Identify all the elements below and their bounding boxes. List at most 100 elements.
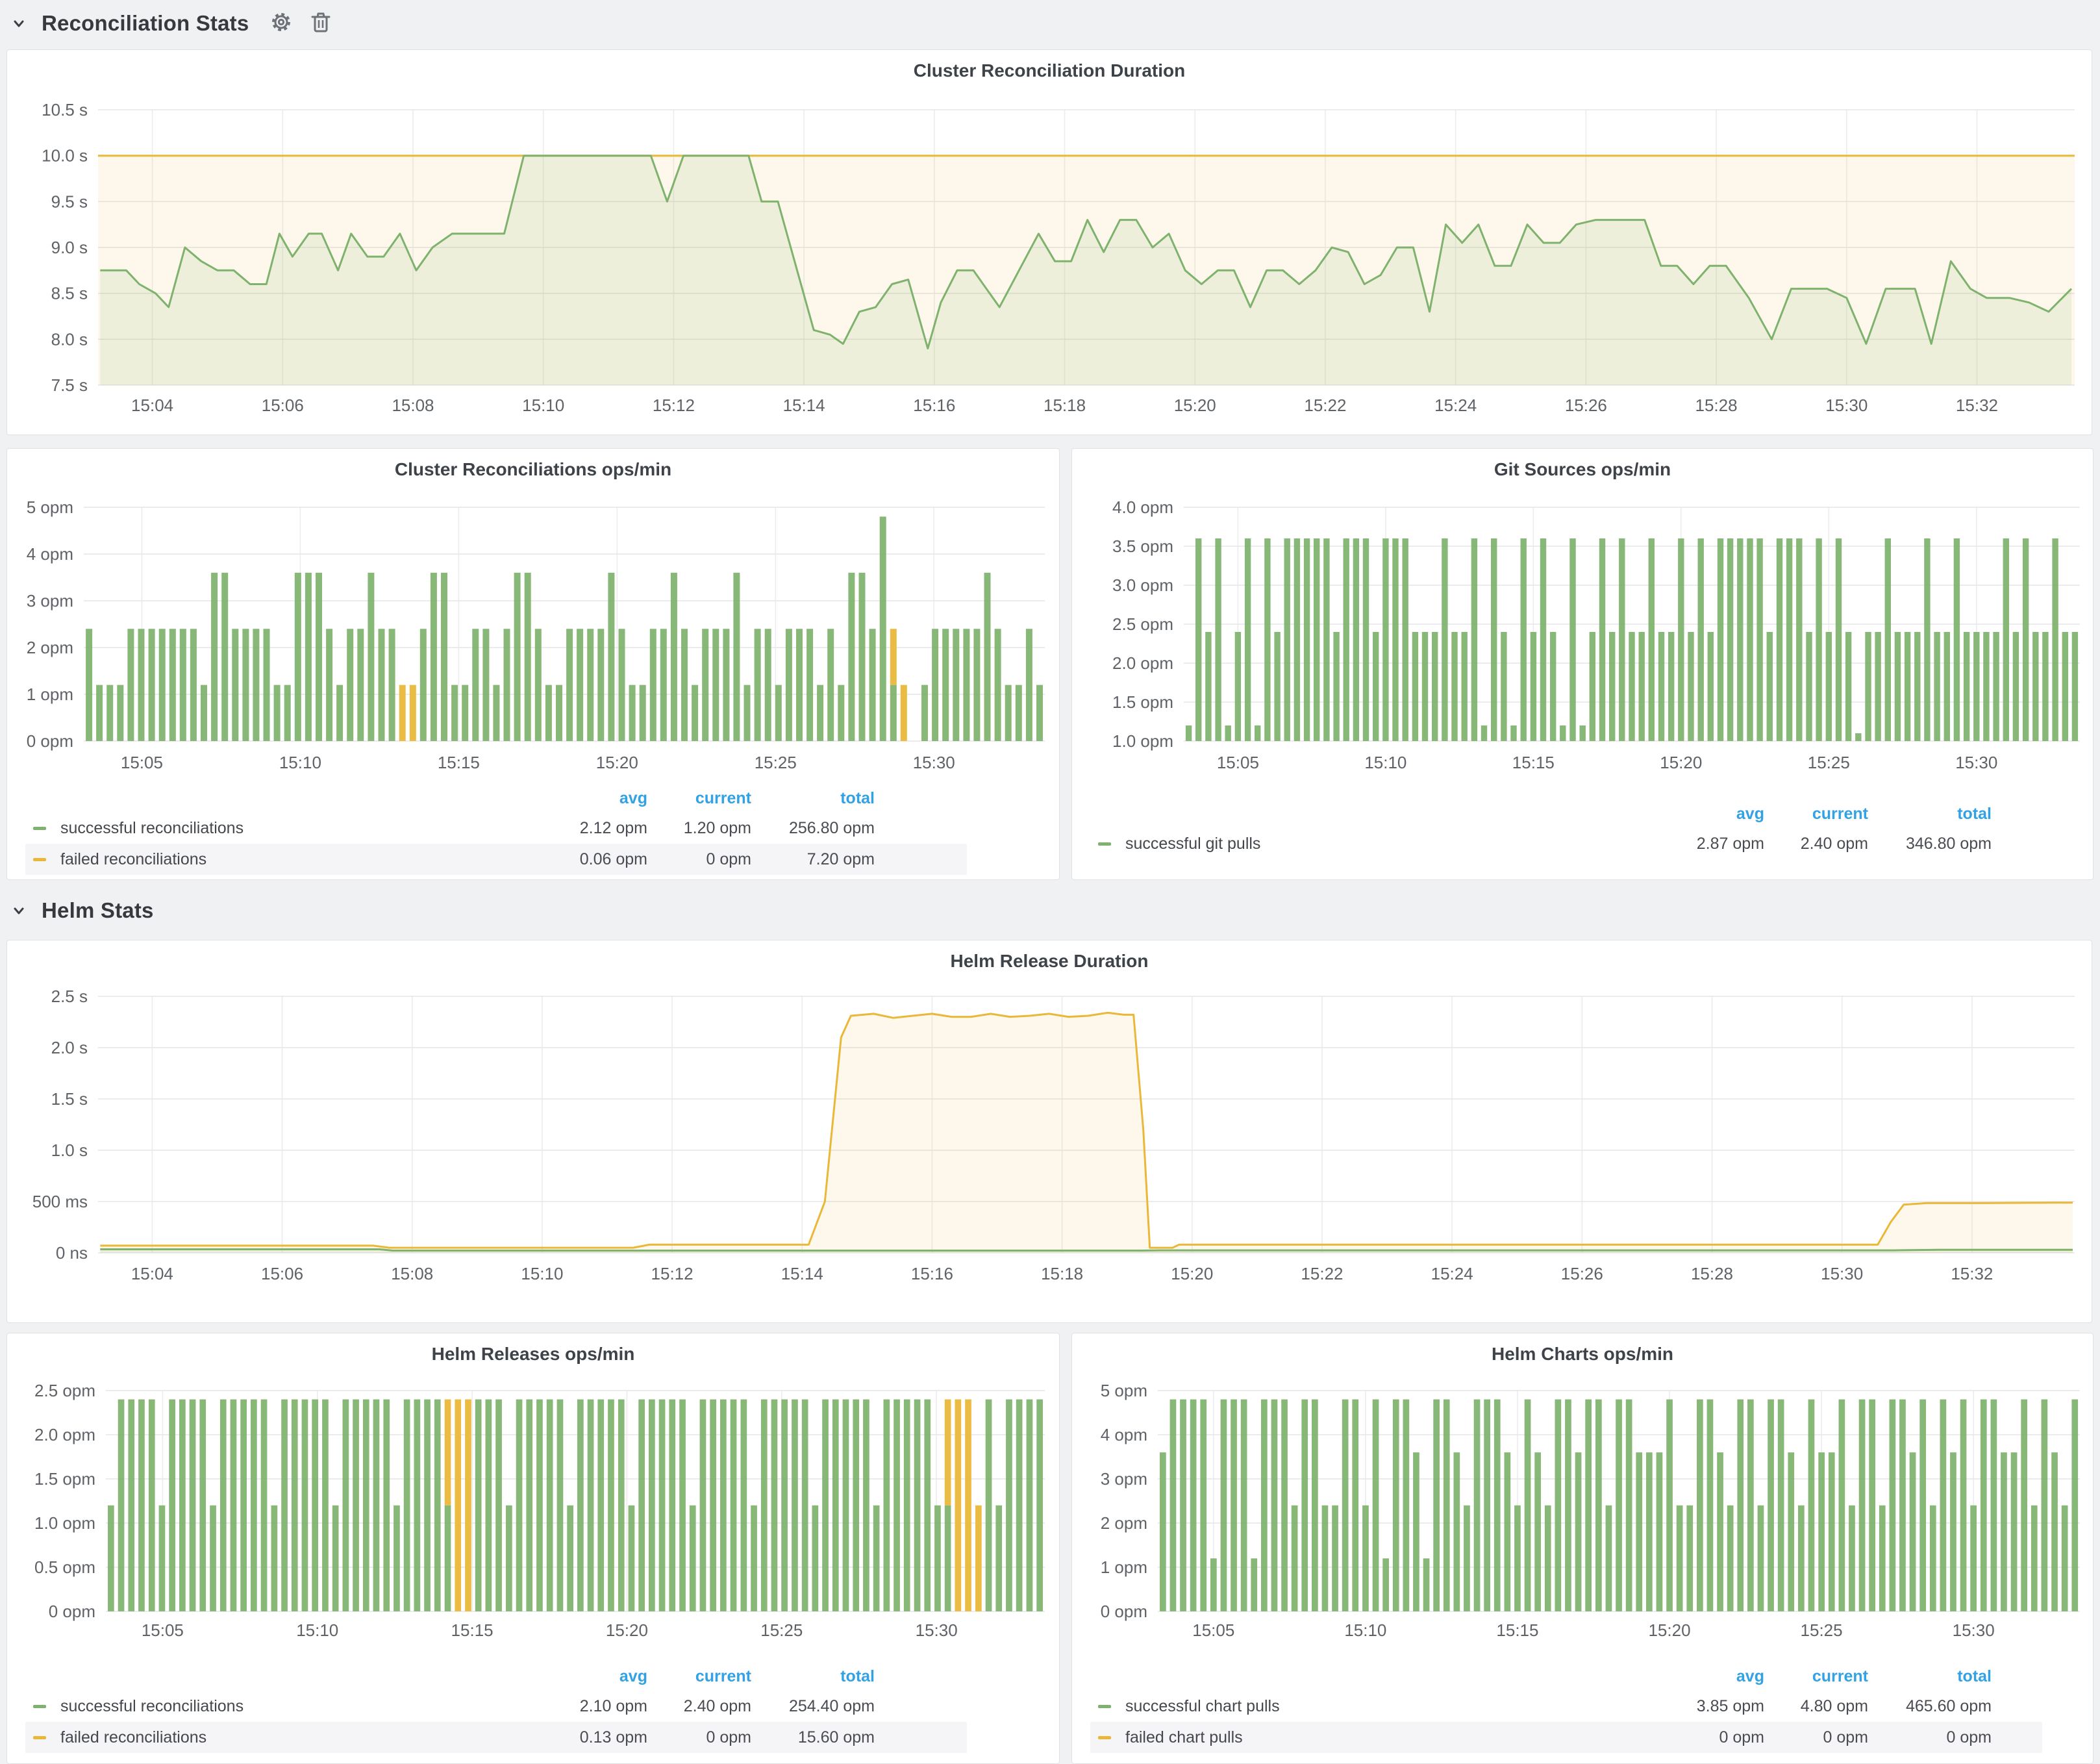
helm-charts-chart[interactable]: 15:0515:1015:1515:2015:2515:305 opm4 opm…	[1072, 1375, 2094, 1662]
x-axis-tick-label: 15:32	[1956, 396, 1998, 415]
x-axis-tick-label: 15:16	[911, 1264, 953, 1283]
x-axis-tick-label: 15:30	[1825, 396, 1868, 415]
panel-cluster-reconciliations-opm: Cluster Reconciliations ops/min 15:0515:…	[6, 448, 1060, 880]
legend-value-total: 15.60 opm	[751, 1728, 875, 1747]
legend-series-color-dash[interactable]	[33, 858, 46, 861]
y-axis-tick-label: 1.0 opm	[34, 1513, 95, 1533]
panel-title[interactable]: Helm Release Duration	[7, 951, 2092, 972]
panel-title[interactable]: Cluster Reconciliations ops/min	[7, 459, 1059, 480]
legend-series-color-dash[interactable]	[33, 1705, 46, 1708]
legend-value-total: 465.60 opm	[1868, 1697, 1992, 1716]
bar-series	[1160, 1400, 2078, 1611]
legend-series-name[interactable]: failed reconciliations	[51, 1728, 534, 1747]
legend-series-color-dash[interactable]	[1098, 1705, 1111, 1708]
legend-sort-current[interactable]: current	[647, 789, 751, 808]
chevron-down-icon[interactable]	[10, 902, 27, 919]
trash-icon[interactable]	[310, 10, 332, 37]
x-axis-tick-label: 15:05	[1217, 753, 1259, 772]
helm-release-duration-chart[interactable]: 15:0415:0615:0815:1015:1215:1415:1615:18…	[7, 982, 2093, 1324]
x-axis-tick-label: 15:25	[755, 753, 797, 772]
legend-series-color-dash[interactable]	[1098, 842, 1111, 846]
legend-sort-total[interactable]: total	[751, 1667, 875, 1686]
legend-value-total: 254.40 opm	[751, 1697, 875, 1716]
panel-title[interactable]: Helm Releases ops/min	[7, 1344, 1059, 1365]
legend-value-avg: 3.85 opm	[1651, 1697, 1764, 1716]
x-axis-tick-label: 15:28	[1691, 1264, 1733, 1283]
legend-series-color-dash[interactable]	[1098, 1736, 1111, 1739]
x-axis-tick-label: 15:15	[1496, 1620, 1538, 1640]
x-axis-tick-label: 15:14	[781, 1264, 823, 1283]
legend-value-current: 2.40 opm	[647, 1697, 751, 1716]
panel-title[interactable]: Helm Charts ops/min	[1072, 1344, 2093, 1365]
legend-sort-total[interactable]: total	[1868, 1667, 1992, 1686]
legend-sort-current[interactable]: current	[1764, 1667, 1868, 1686]
legend-series-name[interactable]: successful reconciliations	[51, 1697, 534, 1716]
legend-header-row: avgcurrenttotal	[25, 784, 967, 813]
x-axis-tick-label: 15:08	[391, 1264, 433, 1283]
x-axis-tick-label: 15:26	[1561, 1264, 1603, 1283]
bar-series	[108, 1400, 1043, 1611]
legend-sort-avg[interactable]: avg	[534, 1667, 647, 1686]
legend-series-name[interactable]: successful reconciliations	[51, 819, 534, 838]
x-axis-tick-label: 15:20	[1174, 396, 1216, 415]
legend-series-name[interactable]: successful git pulls	[1116, 835, 1651, 853]
legend-value-avg: 0 opm	[1651, 1728, 1764, 1747]
x-axis-tick-label: 15:26	[1565, 396, 1607, 415]
legend-row: successful chart pulls3.85 opm4.80 opm46…	[1090, 1691, 2042, 1722]
x-axis-tick-label: 15:30	[1821, 1264, 1863, 1283]
y-axis-tick-label: 2 opm	[27, 638, 73, 657]
legend-sort-total[interactable]: total	[751, 789, 875, 808]
legend-sort-total[interactable]: total	[1868, 805, 1992, 824]
legend-series-name[interactable]: failed chart pulls	[1116, 1728, 1651, 1747]
grafana-dashboard: { "sections": [ { "title": "Reconciliati…	[0, 0, 2100, 1764]
legend-series-color-dash[interactable]	[33, 1736, 46, 1739]
section-title[interactable]: Reconciliation Stats	[42, 11, 249, 36]
legend-sort-avg[interactable]: avg	[1651, 805, 1764, 824]
gear-icon[interactable]	[269, 10, 293, 37]
legend-series-color-dash[interactable]	[33, 827, 46, 830]
bar-series	[86, 516, 1043, 741]
cluster-reconciliations-chart[interactable]: 15:0515:1015:1515:2015:2515:305 opm4 opm…	[7, 490, 1060, 783]
x-axis-tick-label: 15:24	[1431, 1264, 1473, 1283]
section-title[interactable]: Helm Stats	[42, 898, 154, 923]
section-reconciliation-stats[interactable]: Reconciliation Stats	[10, 4, 332, 43]
x-axis-tick-label: 15:25	[1801, 1620, 1843, 1640]
x-axis-tick-label: 15:20	[596, 753, 638, 772]
cluster-reconciliation-duration-chart[interactable]: 15:0415:0615:0815:1015:1215:1415:1615:18…	[7, 92, 2093, 436]
y-axis-tick-label: 0 ns	[56, 1243, 88, 1263]
x-axis-tick-label: 15:05	[1192, 1620, 1234, 1640]
x-axis-tick-label: 15:10	[521, 1264, 563, 1283]
chevron-down-icon[interactable]	[10, 15, 27, 32]
y-axis-tick-label: 5 opm	[27, 498, 73, 517]
section-helm-stats[interactable]: Helm Stats	[10, 891, 154, 930]
legend-value-total: 0 opm	[1868, 1728, 1992, 1747]
x-axis-tick-label: 15:30	[913, 753, 955, 772]
x-axis-tick-label: 15:22	[1304, 396, 1346, 415]
x-axis-tick-label: 15:24	[1434, 396, 1477, 415]
y-axis-tick-label: 1 opm	[1101, 1557, 1147, 1577]
legend-sort-current[interactable]: current	[1764, 805, 1868, 824]
chart-canvas: 15:0515:1015:1515:2015:2515:304.0 opm3.5…	[1072, 490, 2094, 783]
legend-series-name[interactable]: successful chart pulls	[1116, 1697, 1651, 1716]
legend-series-name[interactable]: failed reconciliations	[51, 850, 534, 869]
y-axis-tick-label: 1.0 s	[51, 1140, 88, 1160]
helm-releases-chart[interactable]: 15:0515:1015:1515:2015:2515:302.5 opm2.0…	[7, 1375, 1060, 1662]
x-axis-tick-label: 15:25	[1808, 753, 1850, 772]
legend-value-total: 7.20 opm	[751, 850, 875, 869]
legend-table: avgcurrenttotal successful reconciliation…	[25, 1662, 1059, 1753]
x-axis-tick-label: 15:15	[438, 753, 480, 772]
y-axis-tick-label: 4 opm	[1101, 1425, 1147, 1444]
y-axis-tick-label: 5 opm	[1101, 1381, 1147, 1400]
legend-value-current: 4.80 opm	[1764, 1697, 1868, 1716]
legend-header-row: avgcurrenttotal	[25, 1662, 967, 1691]
y-axis-tick-label: 3 opm	[1101, 1469, 1147, 1489]
legend-table: avgcurrenttotal successful chart pulls3.8…	[1090, 1662, 2093, 1753]
legend-sort-current[interactable]: current	[647, 1667, 751, 1686]
git-sources-chart[interactable]: 15:0515:1015:1515:2015:2515:304.0 opm3.5…	[1072, 490, 2094, 783]
legend-sort-avg[interactable]: avg	[534, 789, 647, 808]
panel-title[interactable]: Cluster Reconciliation Duration	[7, 60, 2092, 81]
legend-sort-avg[interactable]: avg	[1651, 1667, 1764, 1686]
y-axis-tick-label: 0 opm	[49, 1602, 95, 1621]
x-axis-tick-label: 15:04	[131, 396, 173, 415]
panel-title[interactable]: Git Sources ops/min	[1072, 459, 2093, 480]
